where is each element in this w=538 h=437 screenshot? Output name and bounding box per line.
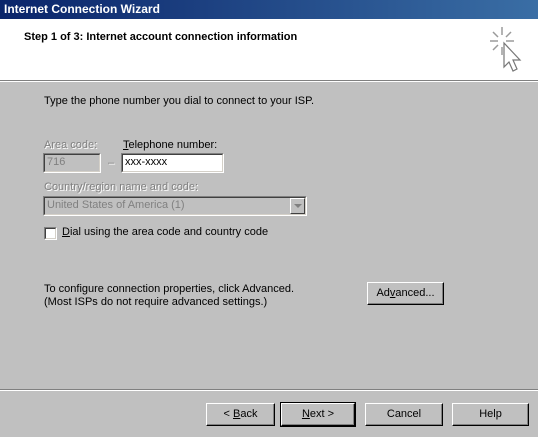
- footer-separator: [0, 389, 538, 391]
- area-code-label: Area code:: [44, 139, 98, 151]
- back-button-pre: <: [223, 408, 233, 420]
- next-button-post: ext >: [309, 408, 335, 420]
- wizard-sparkle-cursor-icon: [486, 25, 526, 75]
- country-select-value: United States of America (1): [47, 199, 185, 211]
- dial-area-code-checkbox[interactable]: [44, 227, 57, 240]
- advanced-hint-line1: To configure connection properties, clic…: [44, 283, 295, 295]
- advanced-button[interactable]: Advanced...: [367, 282, 444, 305]
- help-button[interactable]: Help: [452, 403, 529, 426]
- dial-area-code-label[interactable]: Dial using the area code and country cod…: [62, 226, 268, 238]
- dial-area-code-accel: D: [62, 226, 70, 238]
- country-select[interactable]: United States of America (1): [43, 196, 307, 216]
- telephone-label: Telephone number:: [123, 139, 217, 151]
- intro-text: Type the phone number you dial to connec…: [44, 95, 315, 107]
- window-title-bar[interactable]: Internet Connection Wizard: [0, 0, 538, 19]
- back-button[interactable]: < Back: [206, 403, 275, 426]
- advanced-button-pre: Ad: [376, 287, 390, 299]
- dial-area-code-rest: ial using the area code and country code: [69, 226, 269, 238]
- back-button-post: ack: [240, 408, 258, 420]
- advanced-hint-line2: (Most ISPs do not require advanced setti…: [44, 296, 268, 308]
- telephone-label-rest: elephone number:: [128, 139, 218, 151]
- area-code-dash: –: [108, 157, 115, 169]
- area-code-field[interactable]: 716: [43, 153, 101, 173]
- advanced-button-post: anced...: [395, 287, 435, 299]
- cancel-button[interactable]: Cancel: [365, 403, 443, 426]
- step-title: Step 1 of 3: Internet account connection…: [24, 31, 298, 43]
- country-label: Country/region name and code:: [44, 181, 199, 193]
- dropdown-arrow-icon[interactable]: [290, 198, 305, 214]
- telephone-number-input[interactable]: xxx-xxxx: [121, 153, 224, 173]
- next-button[interactable]: Next >: [280, 402, 356, 427]
- wizard-header: Step 1 of 3: Internet account connection…: [0, 19, 538, 81]
- window-title: Internet Connection Wizard: [4, 2, 160, 16]
- next-button-accel: N: [301, 408, 310, 420]
